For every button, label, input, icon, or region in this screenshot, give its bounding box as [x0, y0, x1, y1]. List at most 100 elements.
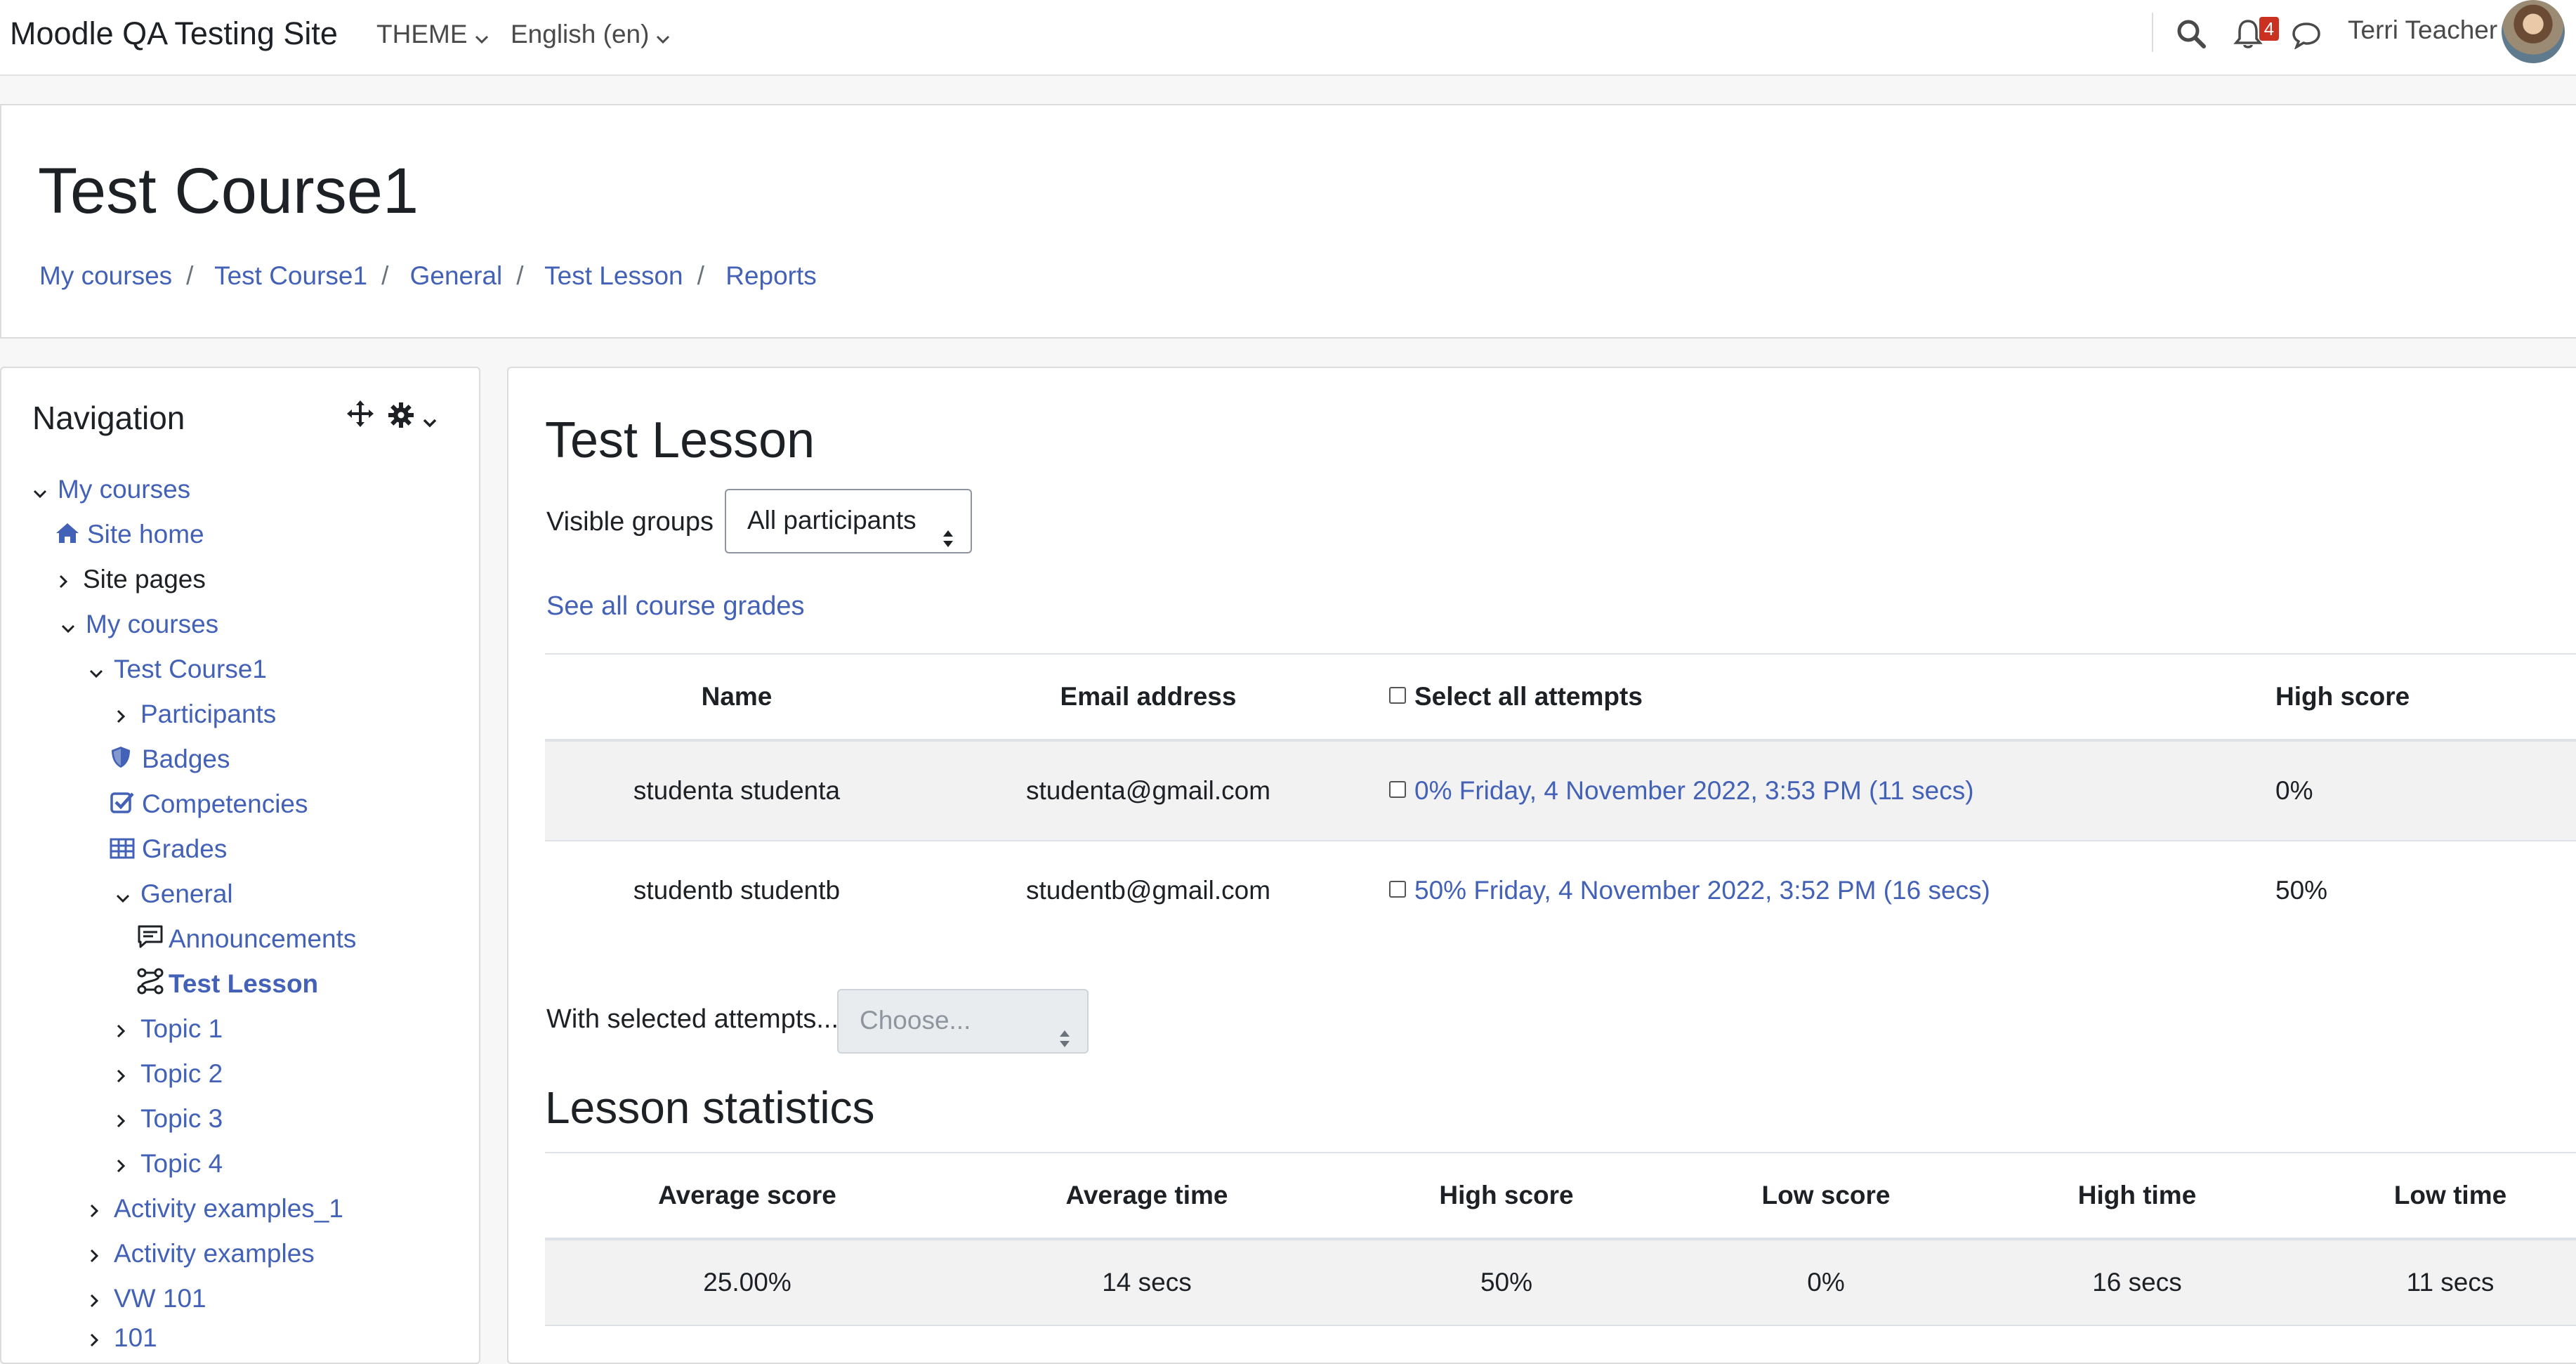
column-header-high-score[interactable]: High score: [2275, 653, 2576, 742]
nav-item-label: Topic 4: [140, 1149, 223, 1178]
see-all-course-grades-link[interactable]: See all course grades: [546, 591, 805, 622]
nav-item-competencies[interactable]: Competencies: [110, 787, 308, 823]
notification-count-badge: 4: [2259, 17, 2279, 41]
chevron-right-icon: [88, 1238, 108, 1273]
nav-item-topic-3[interactable]: Topic 3: [115, 1101, 223, 1138]
nav-item-site-pages[interactable]: Site pages: [58, 562, 206, 598]
cell-name: studenta studenta: [545, 740, 928, 841]
nav-item-topic-2[interactable]: Topic 2: [115, 1056, 223, 1093]
nav-item-label: Test Course1: [114, 655, 267, 683]
nav-item-badges[interactable]: Badges: [110, 742, 230, 778]
stats-low-score: 0%: [1669, 1239, 1983, 1326]
nav-item-my-courses[interactable]: My courses: [60, 607, 218, 643]
nav-item-participants[interactable]: Participants: [115, 697, 276, 733]
column-header-name[interactable]: Name: [545, 653, 928, 742]
cell-email: studenta@gmail.com: [928, 740, 1368, 841]
chevron-right-icon: [58, 563, 77, 598]
theme-menu[interactable]: THEME: [376, 20, 489, 51]
gear-icon[interactable]: [388, 402, 414, 431]
nav-item-label: Activity examples: [114, 1239, 315, 1268]
nav-item-test-course1[interactable]: Test Course1: [88, 652, 267, 688]
with-selected-label: With selected attempts...: [546, 1004, 839, 1034]
stats-average-time: 14 secs: [949, 1239, 1344, 1326]
chevron-down-icon: [32, 473, 52, 509]
nav-item-vw-101[interactable]: VW 101: [88, 1281, 206, 1318]
stats-header-low-score: Low score: [1669, 1152, 1983, 1240]
nav-item-grades[interactable]: Grades: [110, 832, 227, 868]
stats-low-time: 11 secs: [2291, 1239, 2576, 1326]
visible-groups-value: All participants: [747, 506, 916, 535]
theme-menu-label: THEME: [376, 20, 468, 48]
stats-header-low-time: Low time: [2291, 1152, 2576, 1240]
nav-item-label: Competencies: [142, 789, 308, 818]
nav-item-label: Activity examples_1: [114, 1194, 343, 1223]
breadcrumb-separator: /: [516, 261, 524, 290]
stats-header-high-time: High time: [1983, 1152, 2291, 1240]
page-header: Test Course1 My courses / Test Course1 / G…: [0, 104, 2576, 339]
nav-item-test-lesson[interactable]: Test Lesson: [136, 966, 318, 1004]
forum-icon: [136, 923, 164, 958]
nav-item-activity-examples-1[interactable]: Activity examples_1: [88, 1191, 343, 1228]
lesson-statistics-heading: Lesson statistics: [545, 1082, 875, 1133]
column-header-select-all[interactable]: Select all attempts: [1368, 653, 2275, 742]
nav-item-activity-examples[interactable]: Activity examples: [88, 1236, 315, 1273]
bell-icon[interactable]: [2233, 18, 2263, 54]
attempt-link[interactable]: 50% Friday, 4 November 2022, 3:52 PM (16…: [1414, 876, 1990, 905]
stats-average-score: 25.00%: [545, 1239, 949, 1326]
cell-high-score: 0%: [2275, 740, 2576, 841]
chevron-right-icon: [88, 1322, 108, 1357]
with-selected-value: Choose...: [860, 1006, 971, 1035]
nav-item-my-courses-root[interactable]: My courses: [32, 472, 190, 509]
breadcrumb: My courses / Test Course1 / General / Test …: [39, 261, 817, 291]
nav-item-label: Badges: [142, 745, 230, 773]
stats-header-average-time: Average time: [949, 1152, 1344, 1240]
visible-groups-select[interactable]: All participants: [725, 489, 972, 553]
user-avatar[interactable]: [2502, 0, 2565, 63]
move-block-icon[interactable]: [346, 400, 375, 431]
table-row: studentb studentb studentb@gmail.com 50%…: [545, 841, 2576, 940]
user-menu-name[interactable]: Terri Teacher: [2348, 15, 2497, 45]
nav-item-general[interactable]: General: [115, 877, 233, 913]
with-selected-select[interactable]: Choose...: [837, 989, 1089, 1054]
attempt-link[interactable]: 0% Friday, 4 November 2022, 3:53 PM (11 …: [1414, 776, 1974, 805]
chevron-down-icon: [115, 878, 135, 913]
language-menu[interactable]: English (en): [511, 20, 670, 51]
navigation-block: Navigation My courses Site home Site pag…: [0, 367, 480, 1364]
navigation-block-title: Navigation: [32, 400, 185, 436]
chevron-right-icon: [115, 698, 135, 733]
nav-item-topic-1[interactable]: Topic 1: [115, 1011, 223, 1048]
breadcrumb-reports[interactable]: Reports: [725, 261, 817, 290]
attempt-checkbox[interactable]: [1389, 881, 1406, 898]
breadcrumb-course[interactable]: Test Course1: [214, 261, 367, 290]
site-brand[interactable]: Moodle QA Testing Site: [10, 15, 338, 52]
stats-header-high-score: High score: [1344, 1152, 1669, 1240]
nav-item-label: My courses: [86, 610, 219, 638]
nav-item-label: Topic 1: [140, 1014, 223, 1043]
chevron-down-icon[interactable]: [422, 419, 438, 431]
nav-item-topic-4[interactable]: Topic 4: [115, 1146, 223, 1183]
breadcrumb-lesson[interactable]: Test Lesson: [544, 261, 683, 290]
attempt-checkbox[interactable]: [1389, 781, 1406, 799]
column-header-email[interactable]: Email address: [928, 653, 1368, 742]
nav-item-101[interactable]: 101: [88, 1320, 157, 1357]
breadcrumb-my-courses[interactable]: My courses: [39, 261, 172, 290]
nav-item-label: My courses: [58, 475, 191, 504]
nav-item-site-home[interactable]: Site home: [55, 517, 204, 553]
chat-bubble-icon[interactable]: [2291, 21, 2322, 53]
nav-item-label: Site pages: [83, 565, 206, 594]
search-icon[interactable]: [2176, 18, 2207, 53]
sort-arrows-icon: [941, 511, 955, 572]
chevron-right-icon: [115, 1103, 135, 1138]
course-title: Test Course1: [38, 155, 419, 227]
nav-item-announcements[interactable]: Announcements: [136, 922, 356, 958]
nav-item-label: 101: [114, 1323, 157, 1352]
select-all-checkbox[interactable]: [1389, 687, 1406, 704]
breadcrumb-section[interactable]: General: [410, 261, 503, 290]
attempts-table: Name Email address Select all attempts H…: [545, 653, 2576, 940]
cell-name: studentb studentb: [633, 876, 841, 905]
chevron-right-icon: [115, 1058, 135, 1093]
home-icon: [55, 518, 83, 553]
chevron-right-icon: [115, 1148, 135, 1183]
lesson-icon: [136, 968, 164, 1004]
main-region: Test Lesson Visible groups All participa…: [507, 367, 2576, 1364]
